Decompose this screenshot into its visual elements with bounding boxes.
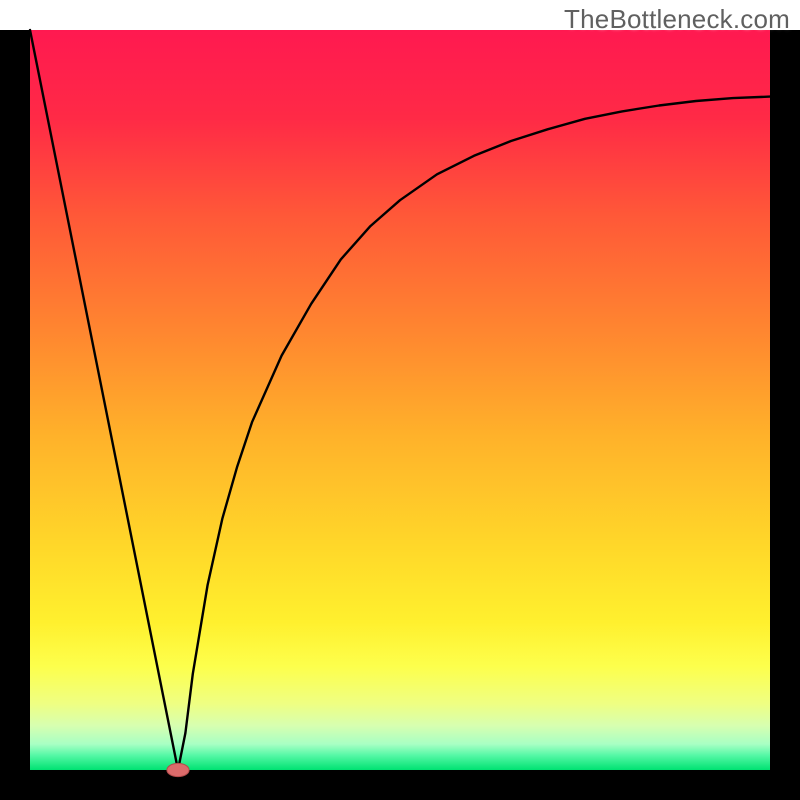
chart-svg xyxy=(0,0,800,800)
plot-area xyxy=(30,30,770,770)
chart-canvas: TheBottleneck.com xyxy=(0,0,800,800)
watermark-text: TheBottleneck.com xyxy=(564,4,790,35)
optimum-marker xyxy=(167,763,189,776)
